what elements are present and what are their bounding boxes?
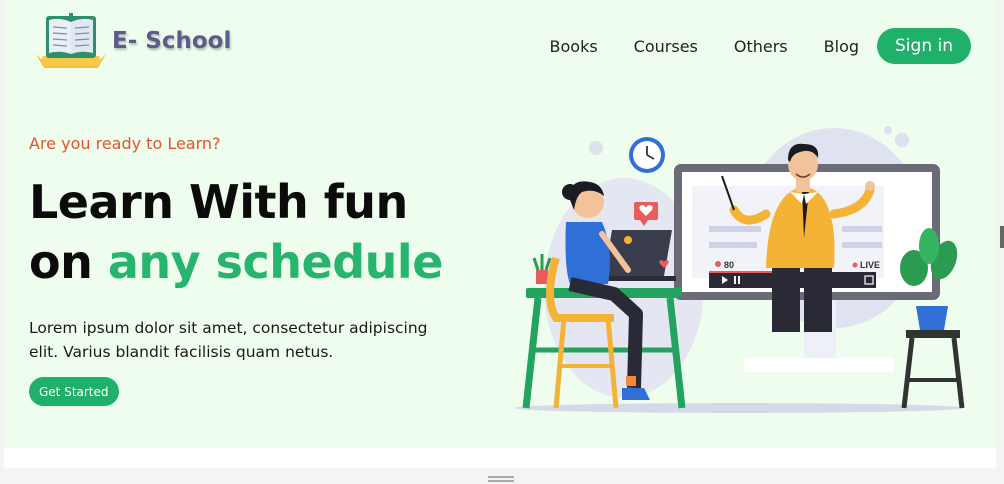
hero-tagline: Are you ready to Learn? — [29, 134, 221, 153]
drag-handle-icon[interactable] — [488, 476, 514, 482]
headline-word-on: on — [29, 235, 93, 289]
nav-link-others[interactable]: Others — [734, 37, 788, 56]
landing-page: E- School Books Courses Others Blog Sign… — [4, 0, 996, 448]
live-badge: LIVE — [860, 260, 880, 270]
nav-link-books[interactable]: Books — [550, 37, 598, 56]
hero-description: Lorem ipsum dolor sit amet, consectetur … — [29, 319, 428, 361]
sign-in-button[interactable]: Sign in — [877, 28, 971, 64]
main-nav: Books Courses Others Blog Sign in — [550, 28, 971, 64]
nav-link-courses[interactable]: Courses — [634, 37, 698, 56]
clock-icon — [629, 137, 665, 173]
headline-highlight: any schedule — [107, 235, 444, 289]
book-logo-icon — [36, 13, 106, 68]
headline-line-1: Learn With fun — [29, 175, 408, 229]
next-section-strip — [4, 448, 996, 468]
nav-link-blog[interactable]: Blog — [824, 37, 859, 56]
get-started-button[interactable]: Get Started — [29, 377, 119, 406]
logo[interactable]: E- School — [34, 10, 234, 76]
brand-name: E- School — [112, 28, 232, 54]
online-class-illustration: 80 LIVE — [514, 126, 965, 413]
hero-headline: Learn With fun on any schedule — [29, 172, 443, 292]
viewer-count: 80 — [724, 260, 734, 270]
scrollbar-thumb[interactable] — [1000, 226, 1004, 248]
